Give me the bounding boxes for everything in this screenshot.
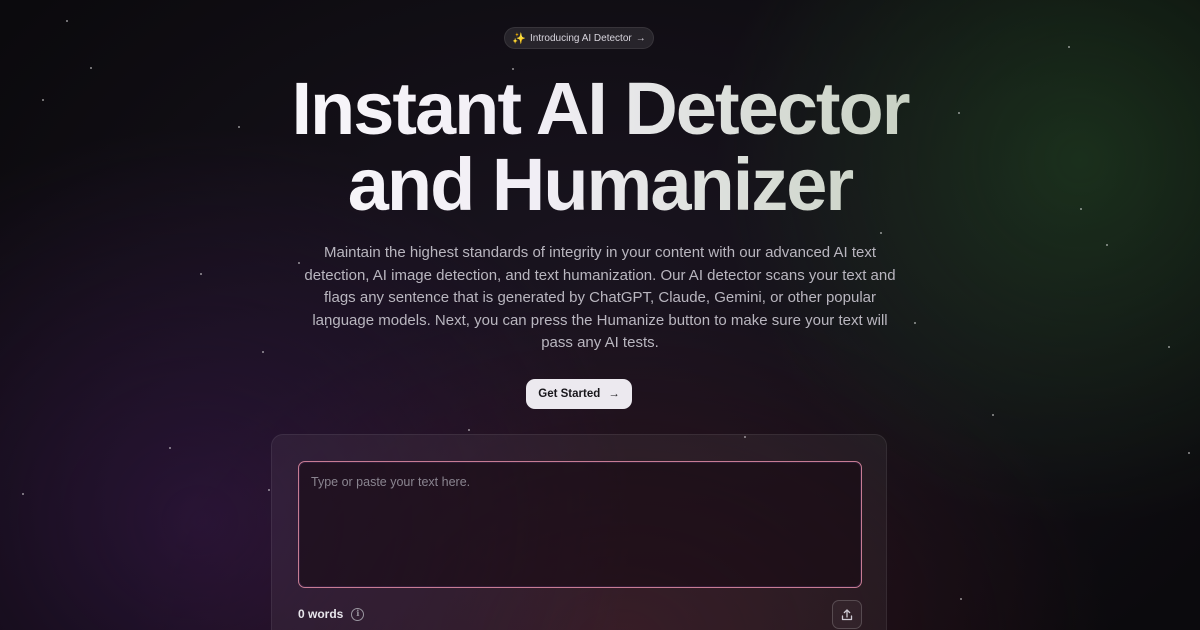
get-started-button[interactable]: Get Started → (526, 379, 632, 409)
text-editor (298, 461, 862, 588)
upload-icon (841, 608, 853, 620)
upload-button[interactable] (832, 600, 862, 629)
hero-title-line-1: Instant AI Detector (0, 72, 1200, 146)
announcement-badge[interactable]: ✨ Introducing AI Detector → (504, 27, 654, 49)
sparkles-icon: ✨ (512, 32, 526, 45)
get-started-label: Get Started (538, 388, 601, 400)
arrow-right-icon: → (608, 388, 620, 400)
detector-card: 0 words i (271, 434, 887, 630)
info-icon[interactable]: i (351, 607, 365, 621)
arrow-right-icon: → (635, 32, 646, 44)
word-count-label: 0 words (298, 607, 344, 621)
hero-description: Maintain the highest standards of integr… (304, 244, 896, 352)
word-count: 0 words i (298, 607, 365, 621)
announcement-label: Introducing AI Detector (529, 32, 632, 44)
text-input[interactable] (299, 462, 861, 587)
hero-title-line-2: and Humanizer (0, 148, 1200, 222)
